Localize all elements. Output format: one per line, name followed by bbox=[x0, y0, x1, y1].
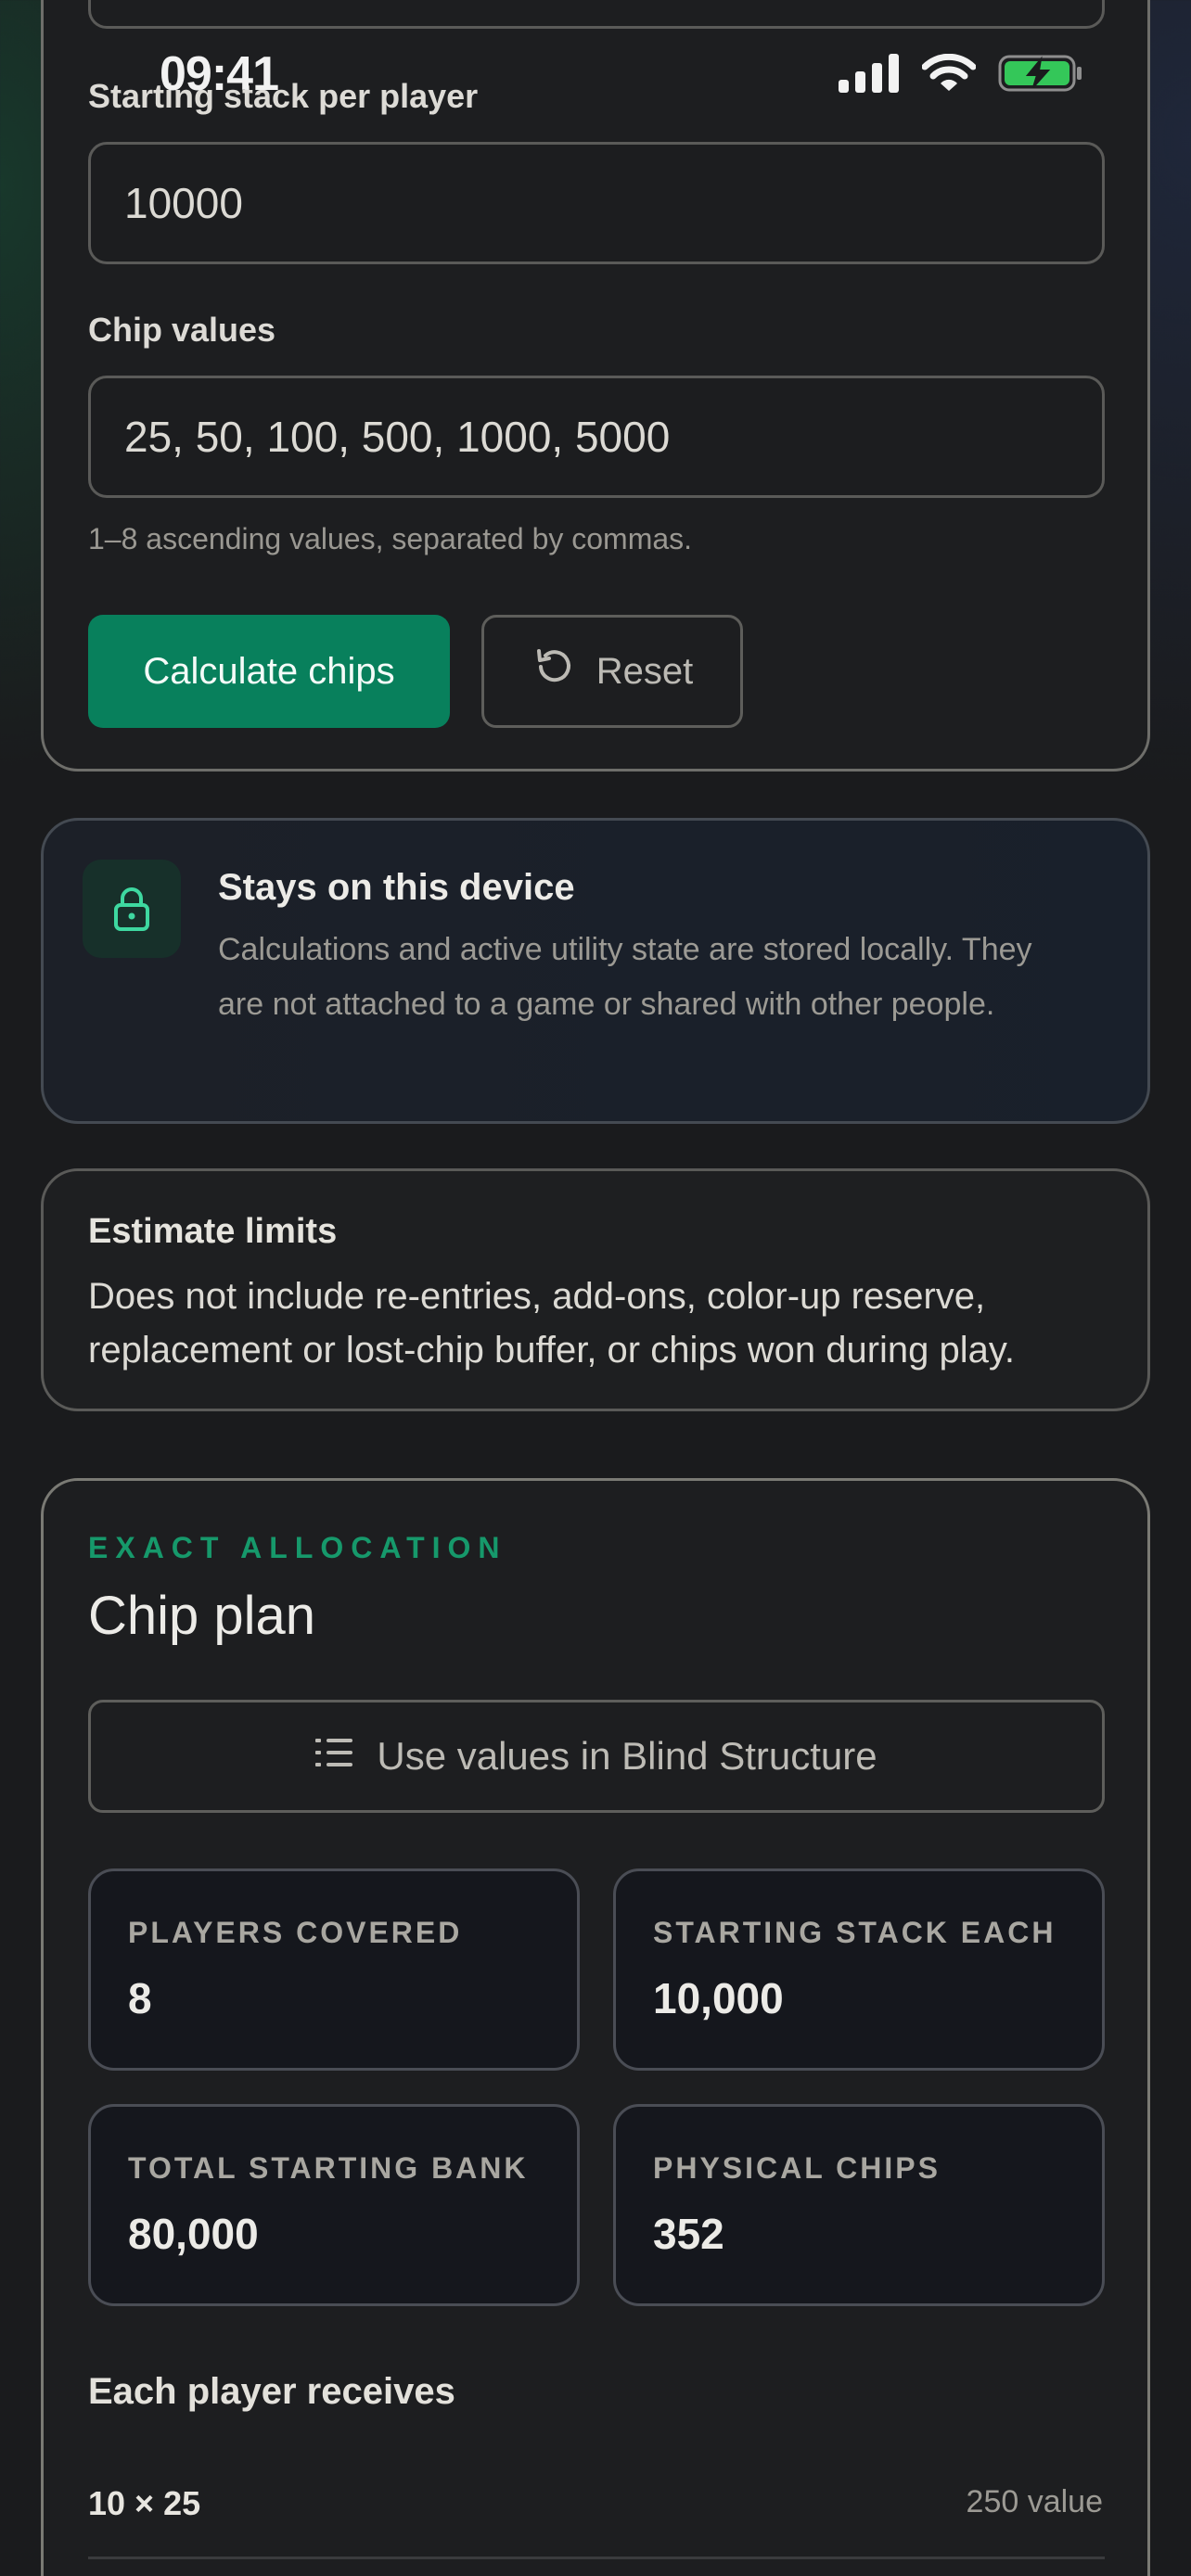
stat-value: 10,000 bbox=[653, 1974, 784, 2022]
stat-players-covered: PLAYERS COVERED 8 bbox=[88, 1868, 580, 2071]
plan-eyebrow: EXACT ALLOCATION bbox=[88, 1531, 507, 1564]
stat-starting-stack-each: STARTING STACK EACH 10,000 bbox=[613, 1868, 1105, 2071]
chip-row-quantity: 10 × 25 bbox=[88, 2484, 201, 2522]
limits-body: Does not include re-entries, add-ons, co… bbox=[88, 1276, 1016, 1371]
status-time: 09:41 bbox=[160, 47, 279, 101]
calculate-chips-label: Calculate chips bbox=[143, 650, 395, 692]
reset-icon bbox=[531, 644, 576, 698]
stat-physical-chips: PHYSICAL CHIPS 352 bbox=[613, 2104, 1105, 2306]
battery-charging-icon bbox=[998, 54, 1083, 97]
estimate-limits-card: Estimate limits Does not include re-entr… bbox=[41, 1168, 1150, 1411]
reset-button[interactable]: Reset bbox=[481, 615, 743, 728]
wifi-icon bbox=[921, 53, 977, 97]
use-values-label: Use values in Blind Structure bbox=[377, 1734, 877, 1778]
use-values-in-blind-structure-button[interactable]: Use values in Blind Structure bbox=[88, 1700, 1105, 1813]
row-divider bbox=[88, 2557, 1105, 2559]
privacy-card: Stays on this device Calculations and ac… bbox=[41, 818, 1150, 1124]
stat-label: PHYSICAL CHIPS bbox=[653, 2151, 941, 2185]
chip-plan-card: EXACT ALLOCATION Chip plan Use values in… bbox=[41, 1478, 1150, 2576]
chips-input[interactable]: 25, 50, 100, 500, 1000, 5000 bbox=[88, 376, 1105, 498]
receives-title: Each player receives bbox=[88, 2371, 455, 2412]
privacy-title: Stays on this device bbox=[218, 867, 575, 908]
lock-icon bbox=[83, 860, 181, 958]
calculate-chips-button[interactable]: Calculate chips bbox=[88, 615, 450, 728]
status-bar: 09:41 bbox=[0, 0, 1191, 139]
stat-label: STARTING STACK EACH bbox=[653, 1916, 1057, 1949]
stat-label: TOTAL STARTING BANK bbox=[128, 2151, 529, 2185]
limits-title: Estimate limits bbox=[88, 1212, 338, 1251]
privacy-body: Calculations and active utility state ar… bbox=[218, 932, 1032, 1022]
reset-label: Reset bbox=[596, 650, 694, 692]
stat-value: 8 bbox=[128, 1974, 152, 2022]
chip-row-value: 250 value bbox=[966, 2484, 1103, 2519]
status-icons bbox=[839, 53, 1083, 97]
plan-title: Chip plan bbox=[88, 1586, 316, 1646]
list-icon bbox=[315, 1734, 354, 1779]
stat-value: 80,000 bbox=[128, 2210, 259, 2258]
cellular-signal-icon bbox=[839, 54, 900, 97]
stat-total-starting-bank: TOTAL STARTING BANK 80,000 bbox=[88, 2104, 580, 2306]
chips-label: Chip values bbox=[88, 311, 276, 349]
stat-value: 352 bbox=[653, 2210, 724, 2258]
stack-input[interactable]: 10000 bbox=[88, 142, 1105, 264]
stat-label: PLAYERS COVERED bbox=[128, 1916, 463, 1949]
chips-hint: 1–8 ascending values, separated by comma… bbox=[88, 522, 693, 555]
